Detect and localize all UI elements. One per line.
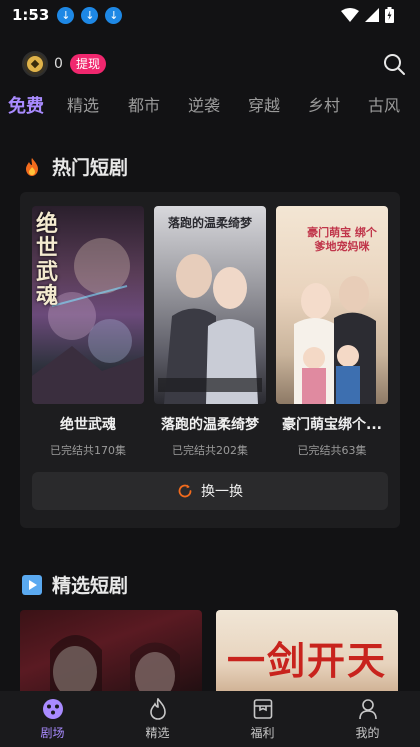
poster-title-art: 一剑开天 — [226, 638, 387, 683]
download-notification-icon: ↓ — [57, 6, 75, 24]
tab-ancient[interactable]: 古风 — [354, 92, 414, 122]
drama-title[interactable]: 绝世武魂 — [32, 414, 144, 434]
search-icon[interactable] — [382, 52, 406, 76]
status-time: 1:53 — [12, 6, 50, 24]
tab-selected[interactable]: 精选 — [52, 92, 114, 122]
tab-rural[interactable]: 乡村 — [294, 92, 354, 122]
featured-section-title: 精选短剧 — [22, 571, 128, 598]
nav-label: 我的 — [355, 725, 380, 740]
category-tabs: 免费 精选 都市 逆袭 穿越 乡村 古风 — [0, 92, 420, 122]
section-title-text: 热门短剧 — [52, 157, 129, 179]
drama-poster[interactable]: 豪门萌宝 绑个爹地宠妈咪 — [276, 206, 388, 404]
status-bar: 1:53 ↓ ↓ ↓ — [0, 0, 420, 30]
hot-dramas-card: 绝世武魂 绝世武魂 已完结共170集 落跑的温柔绮梦 落跑的温柔绮梦 已完结共2… — [20, 192, 400, 528]
poster-art — [158, 254, 262, 404]
drama-card[interactable]: 绝世武魂 绝世武魂 已完结共170集 — [32, 206, 144, 458]
drama-poster[interactable]: 绝世武魂 — [32, 206, 144, 404]
coin-icon[interactable] — [22, 51, 48, 77]
nav-profile[interactable]: 我的 — [315, 691, 420, 747]
tab-free[interactable]: 免费 — [0, 92, 52, 122]
refresh-icon — [178, 484, 192, 498]
drama-title[interactable]: 豪门萌宝绑个... — [276, 414, 388, 434]
refresh-label: 换一换 — [201, 484, 243, 500]
poster-title-art: 豪门萌宝 绑个爹地宠妈咪 — [307, 226, 377, 253]
section-title-text: 精选短剧 — [52, 575, 129, 597]
hot-section-title: 热门短剧 — [22, 153, 128, 180]
drama-poster[interactable]: 落跑的温柔绮梦 — [154, 206, 266, 404]
nav-label: 精选 — [145, 725, 170, 740]
wifi-icon — [341, 8, 359, 22]
drama-episode-status: 已完结共170集 — [50, 444, 126, 457]
poster-title-art: 绝世武魂 — [36, 211, 59, 309]
featured-poster[interactable]: 一剑开天 — [216, 610, 398, 700]
drama-card[interactable]: 落跑的温柔绮梦 落跑的温柔绮梦 已完结共202集 — [154, 206, 266, 458]
drama-episode-status: 已完结共63集 — [297, 444, 367, 457]
play-icon — [22, 574, 42, 595]
featured-poster[interactable] — [20, 610, 202, 700]
tab-urban[interactable]: 都市 — [114, 92, 174, 122]
theater-icon — [42, 698, 63, 719]
nav-theater[interactable]: 剧场 — [0, 691, 105, 747]
drama-episode-status: 已完结共202集 — [172, 444, 248, 457]
drama-card[interactable]: 豪门萌宝 绑个爹地宠妈咪 豪门萌宝绑个... 已完结共63集 — [276, 206, 388, 458]
tab-time-travel[interactable]: 穿越 — [234, 92, 294, 122]
coin-count: 0 — [54, 56, 63, 72]
featured-dramas-row: 一剑开天 — [20, 610, 400, 700]
nav-featured[interactable]: 精选 — [105, 691, 210, 747]
gift-box-icon — [253, 698, 272, 719]
download-notification-icon: ↓ — [105, 6, 123, 24]
withdraw-button[interactable]: 提现 — [70, 54, 107, 74]
bottom-navigation: 剧场 精选 福利 我的 — [0, 691, 420, 747]
drama-title[interactable]: 落跑的温柔绮梦 — [154, 414, 266, 434]
tab-comeback[interactable]: 逆袭 — [174, 92, 234, 122]
fire-icon — [26, 157, 38, 176]
top-bar: 0 提现 — [0, 48, 420, 82]
nav-label: 福利 — [250, 725, 275, 740]
nav-benefits[interactable]: 福利 — [210, 691, 315, 747]
signal-icon — [365, 8, 379, 22]
profile-icon — [358, 698, 377, 719]
download-notification-icon: ↓ — [81, 6, 99, 24]
nav-label: 剧场 — [40, 725, 65, 740]
poster-title-art: 落跑的温柔绮梦 — [167, 216, 252, 230]
flame-icon — [149, 697, 166, 720]
refresh-button[interactable]: 换一换 — [32, 472, 388, 510]
poster-art — [50, 635, 180, 700]
battery-icon — [385, 7, 394, 23]
